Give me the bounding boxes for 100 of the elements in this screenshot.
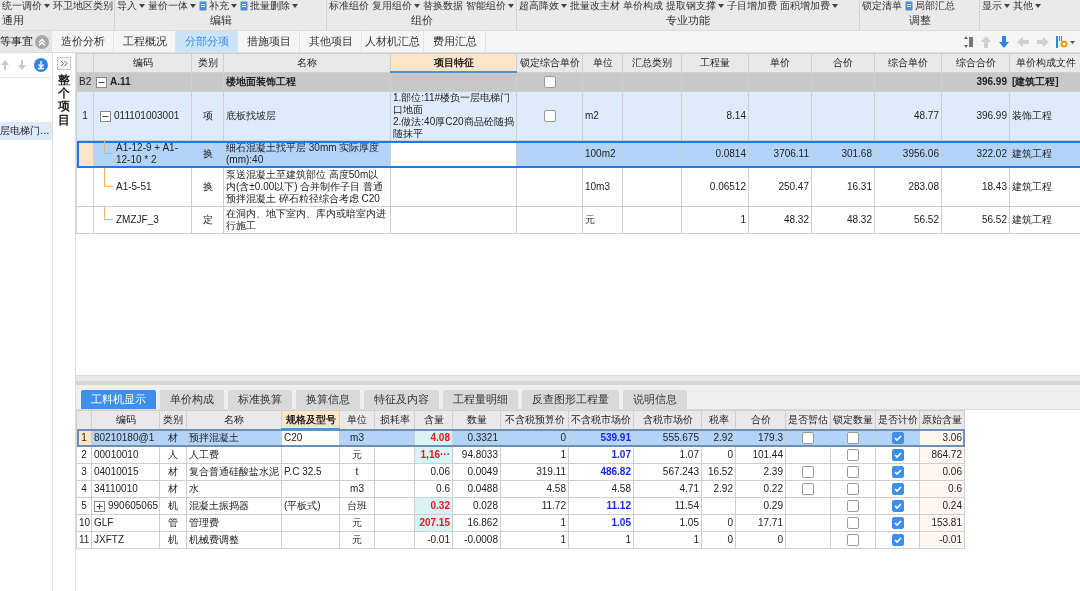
ribbon-button[interactable]: 其他	[1013, 0, 1041, 12]
checkbox[interactable]	[802, 483, 814, 496]
sort-icon[interactable]	[964, 34, 974, 49]
ribbon-button[interactable]: 超高降效	[519, 0, 567, 12]
table-row[interactable]: B2 A.11 楼地面装饰工程 396.99 [建筑工程]	[76, 72, 1080, 92]
column-header[interactable]: 锁定数量	[830, 410, 876, 429]
checkbox[interactable]	[891, 449, 904, 462]
document-icon[interactable]	[199, 1, 208, 11]
column-header[interactable]: 项目特征	[390, 53, 517, 72]
ribbon-button[interactable]: 标准组价	[329, 0, 369, 12]
ribbon-button[interactable]: 批量删除	[240, 0, 298, 12]
checkbox[interactable]	[891, 500, 904, 513]
ribbon-button[interactable]: 替换数据	[423, 0, 463, 12]
column-header[interactable]: 是否暂估	[785, 410, 831, 429]
tab[interactable]: 工程量明细	[443, 390, 518, 409]
ribbon-button[interactable]: 导入	[117, 0, 145, 12]
tab[interactable]: 说明信息	[623, 390, 687, 409]
expand-panel-icon[interactable]	[57, 57, 71, 70]
up-arrow-icon[interactable]	[980, 34, 992, 49]
column-header[interactable]: 原始含量	[919, 410, 965, 429]
checkbox[interactable]	[891, 431, 904, 444]
table-row[interactable]: A1-12-9 + A1-12-10 * 2 换 细石混凝土找平层 30mm 实际厚度(mm):40 100m2 0.0814 3706.11 301.68 3956.06 322.02 建筑工程	[76, 140, 1080, 168]
table-row[interactable]: 11 JXFTZ 机 机械费调整 元 -0.01 -0.0008 1 1 1 0 0 -0.01	[76, 531, 965, 549]
column-header[interactable]: 综合单价	[874, 53, 942, 72]
checkbox[interactable]	[802, 466, 814, 479]
table-row[interactable]: 10 GLF 管 管理费 元 207.15 16.862 1 1.05 1.05 0 17.71 153.81	[76, 514, 965, 532]
tab[interactable]: 单价构成	[160, 390, 224, 409]
tab[interactable]: 反查图形工程量	[522, 390, 619, 409]
table-row[interactable]: 5 990605065 机 混凝土振捣器 (平板式) 台班 0.32 0.028 11.72 11.12 11.54 0.29 0.24	[76, 497, 965, 515]
table-row[interactable]: 2 00010010 人 人工费 元 1,16··· 94.8033 1 1.07 1.07 0 101.44 864.72	[76, 446, 965, 464]
ribbon-button[interactable]: 环卫地区类别	[53, 0, 113, 12]
up-arrow-icon[interactable]	[0, 59, 10, 71]
document-icon[interactable]	[240, 1, 249, 11]
expand-icon[interactable]	[94, 500, 105, 512]
checkbox[interactable]	[543, 110, 556, 123]
column-header[interactable]: 综合合价	[941, 53, 1010, 72]
column-header[interactable]: 汇总类别	[622, 53, 682, 72]
table-row[interactable]: 4 34110010 材 水 m3 0.6 0.0488 4.58 4.58 4.71 2.92 0.22 0.6	[76, 480, 965, 498]
tab[interactable]: 特征及内容	[364, 390, 439, 409]
checkbox[interactable]	[847, 500, 859, 513]
column-header[interactable]: 不含税市场价	[568, 410, 634, 429]
checkbox[interactable]	[891, 517, 904, 530]
column-header[interactable]: 合价	[811, 53, 875, 72]
column-header[interactable]: 含税市场价	[633, 410, 702, 429]
column-header[interactable]: 单价构成文件	[1009, 53, 1080, 72]
ribbon-button[interactable]: 批量改主材	[570, 0, 620, 12]
column-header[interactable]: 类别	[191, 53, 224, 72]
tab[interactable]: 换算信息	[296, 390, 360, 409]
tree-item[interactable]: 层电梯门...	[0, 122, 52, 140]
column-header[interactable]: 单位	[339, 410, 375, 429]
column-header[interactable]: 类别	[159, 410, 187, 429]
column-header[interactable]: 单位	[582, 53, 623, 72]
column-header[interactable]: 不含税预算价	[500, 410, 569, 429]
checkbox[interactable]	[802, 431, 814, 444]
column-header[interactable]: 含量	[414, 410, 453, 429]
ribbon-button[interactable]: 复用组价	[372, 0, 420, 12]
column-header[interactable]: 工程量	[681, 53, 749, 72]
column-header[interactable]: 数量	[452, 410, 501, 429]
checkbox[interactable]	[891, 534, 904, 547]
checkbox[interactable]	[891, 466, 904, 479]
document-icon[interactable]	[905, 1, 914, 11]
checkbox[interactable]	[847, 466, 859, 479]
right-arrow-icon[interactable]	[1036, 35, 1050, 48]
tab[interactable]: 人材机汇总	[362, 31, 424, 52]
column-header[interactable]: 税率	[701, 410, 736, 429]
checkbox[interactable]	[847, 431, 859, 444]
column-header[interactable]: 合价	[735, 410, 786, 429]
left-arrow-icon[interactable]	[1016, 35, 1030, 48]
ribbon-button[interactable]: 量价一体	[148, 0, 196, 12]
ribbon-button[interactable]: 统一调价	[2, 0, 50, 12]
checkbox[interactable]	[891, 483, 904, 496]
ribbon-button[interactable]: 补充	[199, 0, 237, 12]
download-icon[interactable]	[34, 58, 48, 72]
ribbon-button[interactable]: 子目增加费	[727, 0, 777, 12]
column-header[interactable]: 名称	[223, 53, 391, 72]
ribbon-button[interactable]: 面积增加费	[780, 0, 838, 12]
checkbox[interactable]	[847, 449, 859, 462]
column-header[interactable]: 编码	[93, 53, 192, 72]
checkbox[interactable]	[847, 534, 859, 547]
checkbox[interactable]	[543, 75, 556, 88]
column-header[interactable]: 编码	[91, 410, 160, 429]
settings-icon[interactable]	[1056, 34, 1076, 49]
down-arrow-icon[interactable]	[998, 34, 1010, 49]
table-row[interactable]: ZMZJF_3 定 在洞内、地下室内、库内或暗室内进行施工 元 1 48.32 48.32 56.52 56.52 建筑工程	[76, 206, 1080, 234]
ribbon-button[interactable]: 智能组价	[466, 0, 514, 12]
table-row[interactable]: 3 04010015 材 复合普通硅酸盐水泥 P.C 32.5 t 0.06 0.0049 319.11 486.82 567.243 16.52 2.39 0.06	[76, 463, 965, 481]
down-arrow-icon[interactable]	[17, 59, 27, 71]
column-header[interactable]: 损耗率	[374, 410, 415, 429]
checkbox[interactable]	[847, 483, 859, 496]
column-header[interactable]: 锁定综合单价	[516, 53, 583, 72]
table-row[interactable]: A1-5-51 换 泵送混凝土至建筑部位 高度50m以内(含±0.00以下) 合并制作子目 普通预拌混凝土 碎石粒径综合考虑 C20 10m3 0.06512 250.47 16.31 283.08 18.43 建筑工程	[76, 167, 1080, 207]
collapse-icon[interactable]	[96, 76, 107, 88]
ribbon-button[interactable]: 局部汇总	[905, 0, 955, 12]
ribbon-button[interactable]: 单价构成	[623, 0, 663, 12]
column-header[interactable]: 名称	[186, 410, 282, 429]
ribbon-button[interactable]: 提取钢支撑	[666, 0, 724, 12]
ribbon-button[interactable]: 锁定清单	[862, 0, 902, 12]
column-header[interactable]: 单价	[748, 53, 812, 72]
table-row[interactable]: 1 011101003001 项 底板找坡层 1.部位:11#楼负一层电梯门口地面 2.做法:40厚C20商品砼随捣随抹平 m2 8.14 48.77 396.99 装饰工程	[76, 91, 1080, 141]
ribbon-button[interactable]: 显示	[982, 0, 1010, 12]
